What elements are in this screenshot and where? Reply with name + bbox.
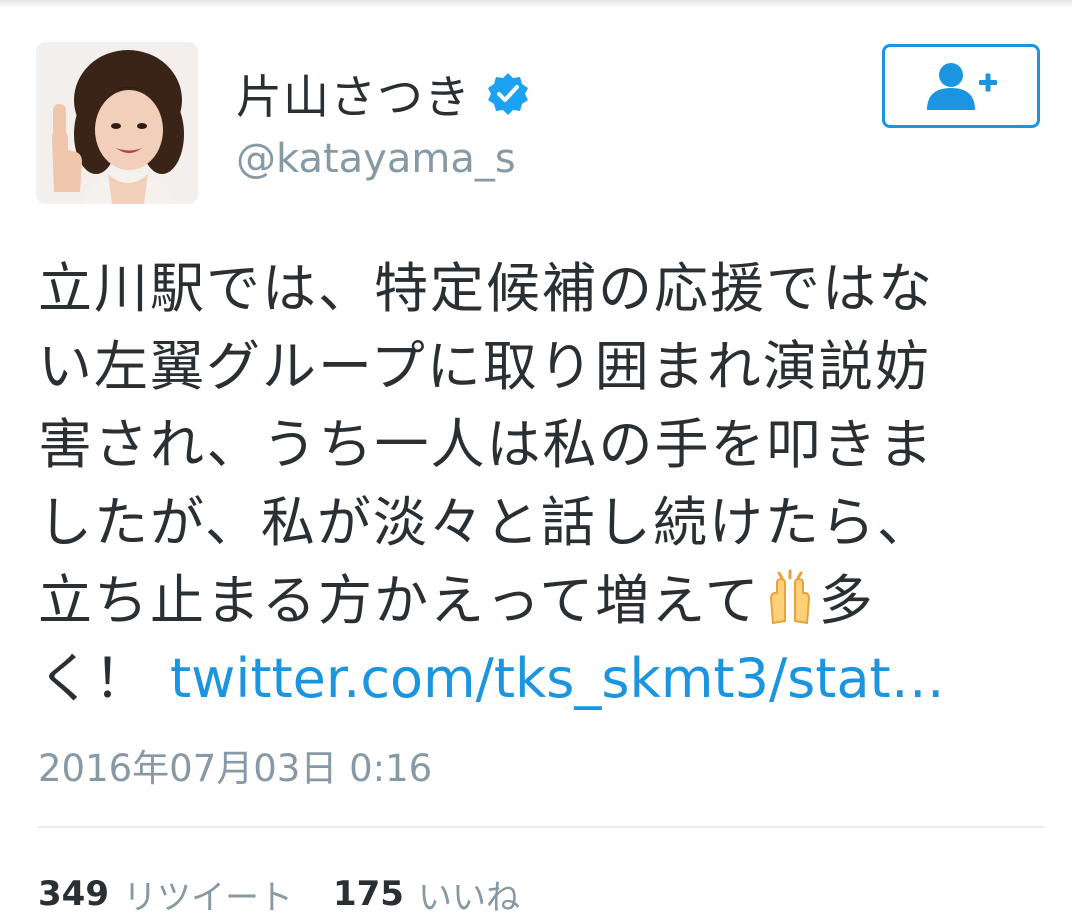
tweet-timestamp[interactable]: 2016年07月03日 0:16	[38, 738, 432, 792]
tweet-text-line: 立ち止まる方かえって増えて 多	[38, 562, 1038, 640]
top-edge-shadow	[0, 0, 1072, 8]
follow-button[interactable]	[882, 44, 1040, 128]
clapping-hands-icon	[769, 569, 810, 625]
author-name-row: 片山さつき	[236, 62, 531, 126]
tweet-text-segment: く！	[38, 647, 150, 710]
avatar[interactable]	[36, 42, 198, 204]
author-display-name[interactable]: 片山さつき	[236, 61, 471, 127]
author-handle[interactable]: @katayama_s	[236, 136, 516, 182]
tweet-text-segment: 多	[818, 569, 875, 632]
tweet-text: 立川駅では、特定候補の応援ではな い左翼グループに取り囲まれ演説妨 害され、うち…	[38, 250, 1038, 718]
tweet-text-line: い左翼グループに取り囲まれ演説妨	[38, 335, 931, 398]
tweet-text-line: く！ twitter.com/tks_skmt3/stat…	[38, 640, 1038, 718]
tweet-text-line: したが、私が淡々と話し続けたら、	[38, 491, 933, 554]
verified-badge-icon	[488, 73, 528, 115]
avatar-image	[36, 42, 198, 204]
divider	[38, 826, 1044, 828]
tweet-link[interactable]: twitter.com/tks_skmt3/stat…	[170, 647, 945, 710]
add-user-icon	[927, 63, 997, 110]
like-label[interactable]: いいね	[418, 870, 520, 919]
tweet-text-segment: 立ち止まる方かえって増えて	[38, 569, 761, 632]
tweet-text-line: 害され、うち一人は私の手を叩きま	[38, 413, 935, 476]
retweet-label[interactable]: リツイート	[123, 870, 293, 919]
tweet-text-line: 立川駅では、特定候補の応援ではな	[38, 257, 934, 320]
like-count[interactable]: 175	[333, 874, 404, 914]
retweet-count[interactable]: 349	[38, 874, 109, 914]
tweet-stats: 349 リツイート 175 いいね	[38, 866, 520, 922]
